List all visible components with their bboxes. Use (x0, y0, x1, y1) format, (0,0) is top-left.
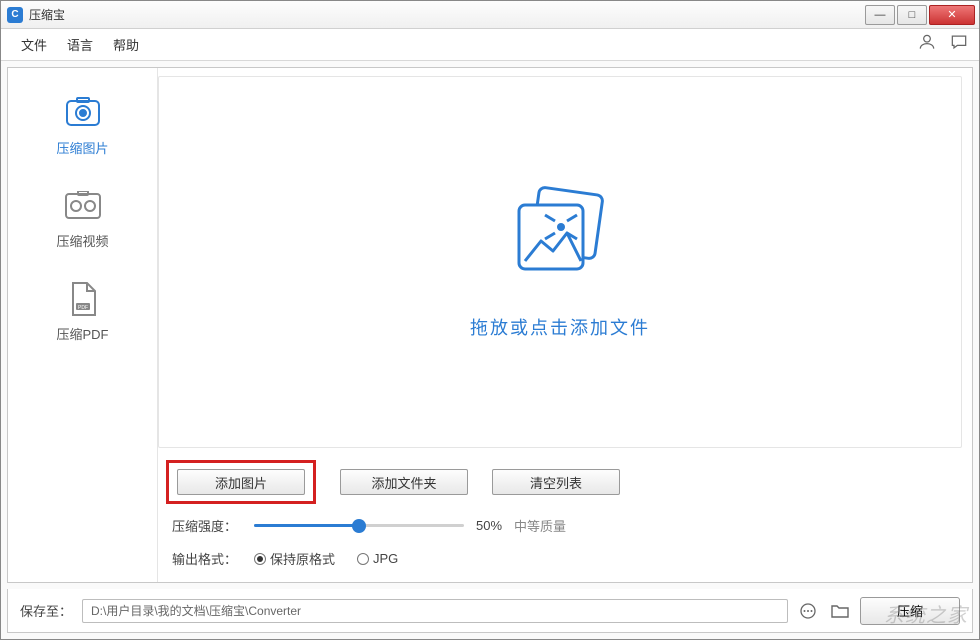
close-button[interactable]: ✕ (929, 5, 975, 25)
sidebar-item-label: 压缩视频 (56, 231, 108, 250)
menu-help[interactable]: 帮助 (103, 31, 149, 58)
action-button-row: 添加图片 添加文件夹 清空列表 (158, 454, 972, 512)
sidebar-item-label: 压缩PDF (56, 324, 108, 343)
user-icon[interactable] (917, 32, 937, 57)
add-image-button[interactable]: 添加图片 (177, 469, 305, 495)
strength-label: 压缩强度： (172, 516, 242, 535)
strength-percent: 50% (476, 518, 502, 533)
dropzone[interactable]: 拖放或点击添加文件 (158, 76, 962, 448)
radio-keep-original[interactable]: 保持原格式 (254, 549, 335, 568)
dropzone-image-icon (505, 185, 615, 290)
maximize-button[interactable]: □ (897, 5, 927, 25)
video-icon (61, 189, 105, 223)
menu-file[interactable]: 文件 (11, 31, 57, 58)
add-folder-button[interactable]: 添加文件夹 (340, 469, 468, 495)
titlebar-title: 压缩宝 (29, 6, 863, 23)
radio-jpg[interactable]: JPG (357, 551, 398, 566)
main-panel: 拖放或点击添加文件 添加图片 添加文件夹 清空列表 压缩强度： (158, 68, 972, 582)
minimize-button[interactable]: — (865, 5, 895, 25)
strength-slider[interactable] (254, 518, 464, 534)
settings-panel: 压缩强度： 50% 中等质量 输出格式： (158, 512, 972, 582)
titlebar: C 压缩宝 — □ ✕ (1, 1, 979, 29)
chat-icon[interactable] (949, 32, 969, 57)
radio-label: JPG (373, 551, 398, 566)
format-label: 输出格式： (172, 549, 242, 568)
compress-button[interactable]: 压缩 (860, 597, 960, 625)
svg-text:PDF: PDF (78, 305, 88, 311)
footer: 保存至： D:\用户目录\我的文档\压缩宝\Converter 压缩 (7, 589, 973, 633)
sidebar-item-compress-video[interactable]: 压缩视频 (8, 175, 157, 268)
sidebar-item-label: 压缩图片 (56, 138, 108, 157)
clear-list-button[interactable]: 清空列表 (492, 469, 620, 495)
save-to-label: 保存至： (20, 601, 72, 620)
radio-label: 保持原格式 (270, 549, 335, 568)
sidebar-item-compress-image[interactable]: 压缩图片 (8, 82, 157, 175)
sidebar-item-compress-pdf[interactable]: PDF 压缩PDF (8, 268, 157, 361)
strength-quality: 中等质量 (514, 516, 566, 535)
more-options-icon[interactable] (798, 601, 818, 621)
save-path-input[interactable]: D:\用户目录\我的文档\压缩宝\Converter (82, 599, 788, 623)
dropzone-label: 拖放或点击添加文件 (470, 314, 650, 340)
highlight-add-image: 添加图片 (166, 460, 316, 504)
open-folder-icon[interactable] (830, 601, 850, 621)
sidebar: 压缩图片 压缩视频 (8, 68, 158, 582)
menubar: 文件 语言 帮助 (1, 29, 979, 61)
menu-language[interactable]: 语言 (57, 31, 103, 58)
app-icon: C (7, 7, 23, 23)
pdf-icon: PDF (61, 282, 105, 316)
image-icon (61, 96, 105, 130)
